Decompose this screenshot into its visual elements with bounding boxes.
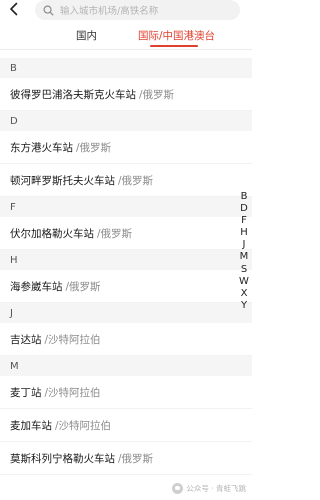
section-header-f: F bbox=[0, 197, 252, 217]
station-country: /沙特阿拉伯 bbox=[44, 386, 101, 399]
station-country: /沙特阿拉伯 bbox=[55, 419, 112, 432]
list-item[interactable]: 海参崴车站/俄罗斯 bbox=[0, 270, 252, 303]
station-country: /俄罗斯 bbox=[97, 227, 133, 240]
watermark: 公众号 · 青蛙飞跳 bbox=[172, 483, 246, 494]
station-name: 顿河畔罗斯托夫火车站 bbox=[10, 174, 115, 187]
list-item[interactable]: 麦丁站/沙特阿拉伯 bbox=[0, 376, 252, 409]
station-name: 麦加车站 bbox=[10, 419, 52, 432]
back-button[interactable] bbox=[6, 1, 22, 17]
station-name: 彼得罗巴浦洛夫斯克火车站 bbox=[10, 88, 136, 101]
list-item[interactable]: 东方港火车站/俄罗斯 bbox=[0, 131, 252, 164]
list-item[interactable]: 吉达站/沙特阿拉伯 bbox=[0, 323, 252, 356]
active-tab-indicator bbox=[150, 45, 198, 47]
tab-domestic[interactable]: 国内 bbox=[76, 28, 97, 43]
index-letter-j[interactable]: J bbox=[237, 239, 251, 251]
index-letter-w[interactable]: W bbox=[237, 276, 251, 288]
watermark-text: 公众号 · 青蛙飞跳 bbox=[186, 484, 246, 493]
search-placeholder: 输入城市机场/高铁名称 bbox=[60, 6, 159, 17]
section-header-m: M bbox=[0, 356, 252, 376]
wechat-icon bbox=[172, 483, 184, 494]
index-letter-d[interactable]: D bbox=[237, 203, 251, 215]
section-header-d: D bbox=[0, 111, 252, 131]
station-name: 伏尔加格勒火车站 bbox=[10, 227, 94, 240]
list-item[interactable]: 麦加车站/沙特阿拉伯 bbox=[0, 409, 252, 442]
station-country: /俄罗斯 bbox=[118, 174, 154, 187]
top-bar: 输入城市机场/高铁名称 bbox=[0, 0, 252, 20]
index-letter-s[interactable]: S bbox=[237, 264, 251, 276]
tab-international[interactable]: 国际/中国港澳台 bbox=[138, 28, 215, 43]
search-icon bbox=[43, 5, 54, 15]
index-letter-x[interactable]: X bbox=[237, 288, 251, 300]
station-name: 麦丁站 bbox=[10, 386, 42, 399]
tab-bar: 国内 国际/中国港澳台 bbox=[0, 24, 252, 48]
station-list[interactable]: B 彼得罗巴浦洛夫斯克火车站/俄罗斯 D 东方港火车站/俄罗斯 顿河畔罗斯托夫火… bbox=[0, 58, 252, 475]
section-header-j: J bbox=[0, 303, 252, 323]
alphabet-index[interactable]: B D F H J M S W X Y bbox=[237, 191, 251, 312]
station-name: 吉达站 bbox=[10, 333, 42, 346]
station-name: 东方港火车站 bbox=[10, 141, 73, 154]
index-letter-y[interactable]: Y bbox=[237, 300, 251, 312]
station-name: 莫斯科列宁格勒火车站 bbox=[10, 452, 115, 465]
station-name: 海参崴车站 bbox=[10, 280, 63, 293]
station-country: /沙特阿拉伯 bbox=[44, 333, 101, 346]
list-item[interactable]: 莫斯科列宁格勒火车站/俄罗斯 bbox=[0, 442, 252, 475]
list-item[interactable]: 伏尔加格勒火车站/俄罗斯 bbox=[0, 217, 252, 250]
station-country: /俄罗斯 bbox=[118, 452, 154, 465]
index-letter-h[interactable]: H bbox=[237, 227, 251, 239]
search-input[interactable]: 输入城市机场/高铁名称 bbox=[35, 0, 240, 20]
station-country: /俄罗斯 bbox=[139, 88, 175, 101]
index-letter-f[interactable]: F bbox=[237, 215, 251, 227]
chevron-left-icon bbox=[10, 2, 18, 16]
index-letter-b[interactable]: B bbox=[237, 191, 251, 203]
section-header-h: H bbox=[0, 250, 252, 270]
list-item[interactable]: 彼得罗巴浦洛夫斯克火车站/俄罗斯 bbox=[0, 78, 252, 111]
section-header-b: B bbox=[0, 58, 252, 78]
station-country: /俄罗斯 bbox=[76, 141, 112, 154]
station-country: /俄罗斯 bbox=[65, 280, 101, 293]
index-letter-m[interactable]: M bbox=[237, 251, 251, 263]
divider bbox=[0, 49, 252, 50]
list-item[interactable]: 顿河畔罗斯托夫火车站/俄罗斯 bbox=[0, 164, 252, 197]
